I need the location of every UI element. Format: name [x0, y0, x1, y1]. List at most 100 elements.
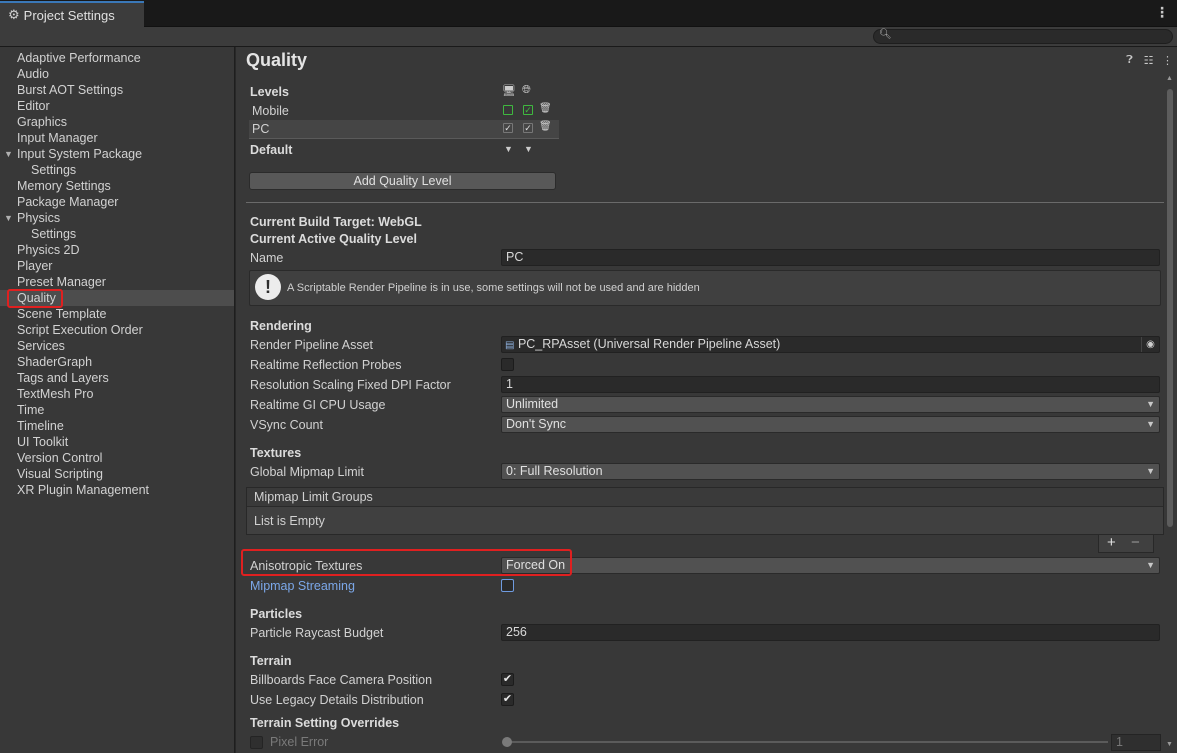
- vertical-scrollbar[interactable]: ▲ ▼: [1165, 71, 1175, 753]
- list-add-remove: + −: [1098, 534, 1154, 553]
- pc-desktop-checkbox[interactable]: ✓: [503, 123, 513, 133]
- sidebar-item-time[interactable]: Time: [0, 402, 234, 418]
- sidebar-item-graphics[interactable]: Graphics: [0, 114, 234, 130]
- sidebar-item-xr-plugin-management[interactable]: XR Plugin Management: [0, 482, 234, 498]
- vsync-value: Don't Sync: [506, 417, 567, 431]
- scrollbar-thumb[interactable]: [1167, 89, 1173, 527]
- sidebar-item-services[interactable]: Services: [0, 338, 234, 354]
- sidebar-item-input-system[interactable]: ▼ Input System Package: [0, 146, 234, 162]
- dpi-factor-field[interactable]: 1: [501, 376, 1160, 393]
- sidebar-item-input-system-settings[interactable]: Settings: [0, 162, 234, 178]
- anisotropic-value: Forced On: [506, 558, 566, 572]
- add-quality-level-button[interactable]: Add Quality Level: [249, 172, 556, 190]
- current-build-target: Current Build Target: WebGL: [250, 215, 422, 229]
- trash-icon[interactable]: 🗑︎: [539, 103, 552, 114]
- mipmap-streaming-label: Mipmap Streaming: [250, 579, 355, 593]
- sidebar-item-scene-template[interactable]: Scene Template: [0, 306, 234, 322]
- mipmap-limit-value: 0: Full Resolution: [506, 464, 603, 478]
- dpi-factor-label: Resolution Scaling Fixed DPI Factor: [250, 378, 451, 392]
- chevron-down-icon: ▼: [1146, 419, 1155, 429]
- mobile-desktop-checkbox[interactable]: [503, 105, 513, 115]
- sidebar-item-preset-manager[interactable]: Preset Manager: [0, 274, 234, 290]
- pixel-error-field[interactable]: 1: [1111, 734, 1161, 751]
- more-icon[interactable]: ⋮: [1162, 54, 1173, 67]
- sidebar-item-physics-settings[interactable]: Settings: [0, 226, 234, 242]
- sidebar-item-input-manager[interactable]: Input Manager: [0, 130, 234, 146]
- scroll-down-icon[interactable]: ▼: [1166, 741, 1173, 748]
- sidebar-item-textmesh-pro[interactable]: TextMesh Pro: [0, 386, 234, 402]
- vsync-label: VSync Count: [250, 418, 323, 432]
- preset-icon[interactable]: ☷: [1143, 54, 1154, 67]
- legacy-details-checkbox[interactable]: ✔: [501, 693, 514, 706]
- sidebar-item-tags-and-layers[interactable]: Tags and Layers: [0, 370, 234, 386]
- raycast-budget-field[interactable]: 256: [501, 624, 1160, 641]
- tab-bar: ⚙ Project Settings ⋮: [0, 0, 1177, 27]
- mipmap-limit-groups-list: Mipmap Limit Groups List is Empty: [246, 487, 1164, 535]
- fold-down-icon[interactable]: ▼: [4, 146, 13, 162]
- gi-cpu-usage-label: Realtime GI CPU Usage: [250, 398, 386, 412]
- mipmap-limit-dropdown[interactable]: 0: Full Resolution ▼: [501, 463, 1160, 480]
- trash-icon[interactable]: 🗑︎: [539, 121, 552, 132]
- help-message: A Scriptable Render Pipeline is in use, …: [287, 282, 700, 294]
- search-input[interactable]: 🔍︎: [873, 29, 1173, 44]
- webgl-platform-icon: 🌐︎: [522, 84, 531, 96]
- billboards-checkbox[interactable]: ✔: [501, 673, 514, 686]
- gi-cpu-usage-value: Unlimited: [506, 397, 559, 411]
- sidebar-item-label: Input System Package: [17, 147, 143, 161]
- sidebar-item-script-execution-order[interactable]: Script Execution Order: [0, 322, 234, 338]
- slider-handle[interactable]: [502, 737, 512, 747]
- object-picker-icon[interactable]: ◉: [1141, 337, 1159, 352]
- mipmap-streaming-checkbox[interactable]: [501, 579, 514, 592]
- sidebar-item-package-manager[interactable]: Package Manager: [0, 194, 234, 210]
- sidebar-item-editor[interactable]: Editor: [0, 98, 234, 114]
- sidebar: Adaptive Performance Audio Burst AOT Set…: [0, 47, 235, 753]
- anisotropic-dropdown[interactable]: Forced On ▼: [501, 557, 1160, 574]
- tab-title: Project Settings: [23, 7, 115, 23]
- window-menu-icon[interactable]: ⋮: [1155, 5, 1169, 19]
- sidebar-item-memory-settings[interactable]: Memory Settings: [0, 178, 234, 194]
- legacy-details-label: Use Legacy Details Distribution: [250, 693, 424, 707]
- pipeline-asset-label: Render Pipeline Asset: [250, 338, 373, 352]
- rendering-header: Rendering: [250, 319, 312, 333]
- sidebar-item-adaptive-performance[interactable]: Adaptive Performance: [0, 50, 234, 66]
- vsync-dropdown[interactable]: Don't Sync ▼: [501, 416, 1160, 433]
- pixel-error-slider[interactable]: [502, 737, 1108, 747]
- list-empty-text: List is Empty: [254, 514, 325, 528]
- raycast-budget-label: Particle Raycast Budget: [250, 626, 384, 640]
- help-box: ! A Scriptable Render Pipeline is in use…: [249, 270, 1161, 306]
- help-icon[interactable]: ❓︎: [1124, 54, 1135, 67]
- pixel-error-label: Pixel Error: [270, 735, 329, 749]
- scroll-up-icon[interactable]: ▲: [1166, 75, 1173, 82]
- add-icon[interactable]: +: [1107, 534, 1116, 551]
- pixel-error-override-checkbox[interactable]: [250, 736, 263, 749]
- sidebar-item-ui-toolkit[interactable]: UI Toolkit: [0, 434, 234, 450]
- mobile-webgl-checkbox[interactable]: ✓: [523, 105, 533, 115]
- sidebar-item-physics[interactable]: ▼ Physics: [0, 210, 234, 226]
- sidebar-item-player[interactable]: Player: [0, 258, 234, 274]
- sidebar-item-burst-aot[interactable]: Burst AOT Settings: [0, 82, 234, 98]
- sidebar-item-timeline[interactable]: Timeline: [0, 418, 234, 434]
- textures-header: Textures: [250, 446, 302, 460]
- levels-header: Levels: [250, 85, 289, 99]
- default-desktop-dropdown-icon[interactable]: ▼: [504, 144, 513, 154]
- anisotropic-label: Anisotropic Textures: [250, 559, 363, 573]
- remove-icon[interactable]: −: [1131, 534, 1140, 551]
- section-divider: [246, 202, 1164, 203]
- gi-cpu-usage-dropdown[interactable]: Unlimited ▼: [501, 396, 1160, 413]
- default-webgl-dropdown-icon[interactable]: ▼: [524, 144, 533, 154]
- pc-webgl-checkbox[interactable]: ✓: [523, 123, 533, 133]
- name-field[interactable]: PC: [501, 249, 1160, 266]
- warning-icon: !: [255, 274, 281, 300]
- sidebar-item-version-control[interactable]: Version Control: [0, 450, 234, 466]
- sidebar-item-visual-scripting[interactable]: Visual Scripting: [0, 466, 234, 482]
- sidebar-item-shadergraph[interactable]: ShaderGraph: [0, 354, 234, 370]
- sidebar-item-label: Physics: [17, 211, 61, 225]
- pipeline-asset-field[interactable]: ▤ PC_RPAsset (Universal Render Pipeline …: [501, 336, 1160, 353]
- sidebar-item-quality[interactable]: Quality: [0, 290, 234, 306]
- sidebar-item-audio[interactable]: Audio: [0, 66, 234, 82]
- reflection-probes-checkbox[interactable]: [501, 358, 514, 371]
- sidebar-item-physics-2d[interactable]: Physics 2D: [0, 242, 234, 258]
- fold-down-icon[interactable]: ▼: [4, 210, 13, 226]
- tab-project-settings[interactable]: ⚙ Project Settings: [0, 1, 144, 27]
- name-label: Name: [250, 251, 284, 265]
